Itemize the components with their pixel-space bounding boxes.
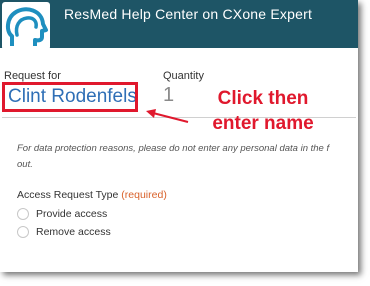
access-request-type-label: Access Request Type (required) [17,189,167,201]
notice-line-1: For data protection reasons, please do n… [17,143,330,154]
radio-label: Provide access [36,208,108,220]
radio-circle-icon[interactable] [17,226,29,238]
radio-remove-access[interactable]: Remove access [17,225,111,239]
radio-label: Remove access [36,226,111,238]
required-marker: (required) [121,189,167,201]
notice-line-2: out. [17,159,33,170]
access-request-label-text: Access Request Type [17,189,119,201]
radio-provide-access[interactable]: Provide access [17,207,107,221]
radio-circle-icon[interactable] [17,208,29,220]
data-protection-notice: For data protection reasons, please do n… [17,141,357,173]
request-form-page: ResMed Help Center on CXone Expert Reque… [0,0,358,272]
